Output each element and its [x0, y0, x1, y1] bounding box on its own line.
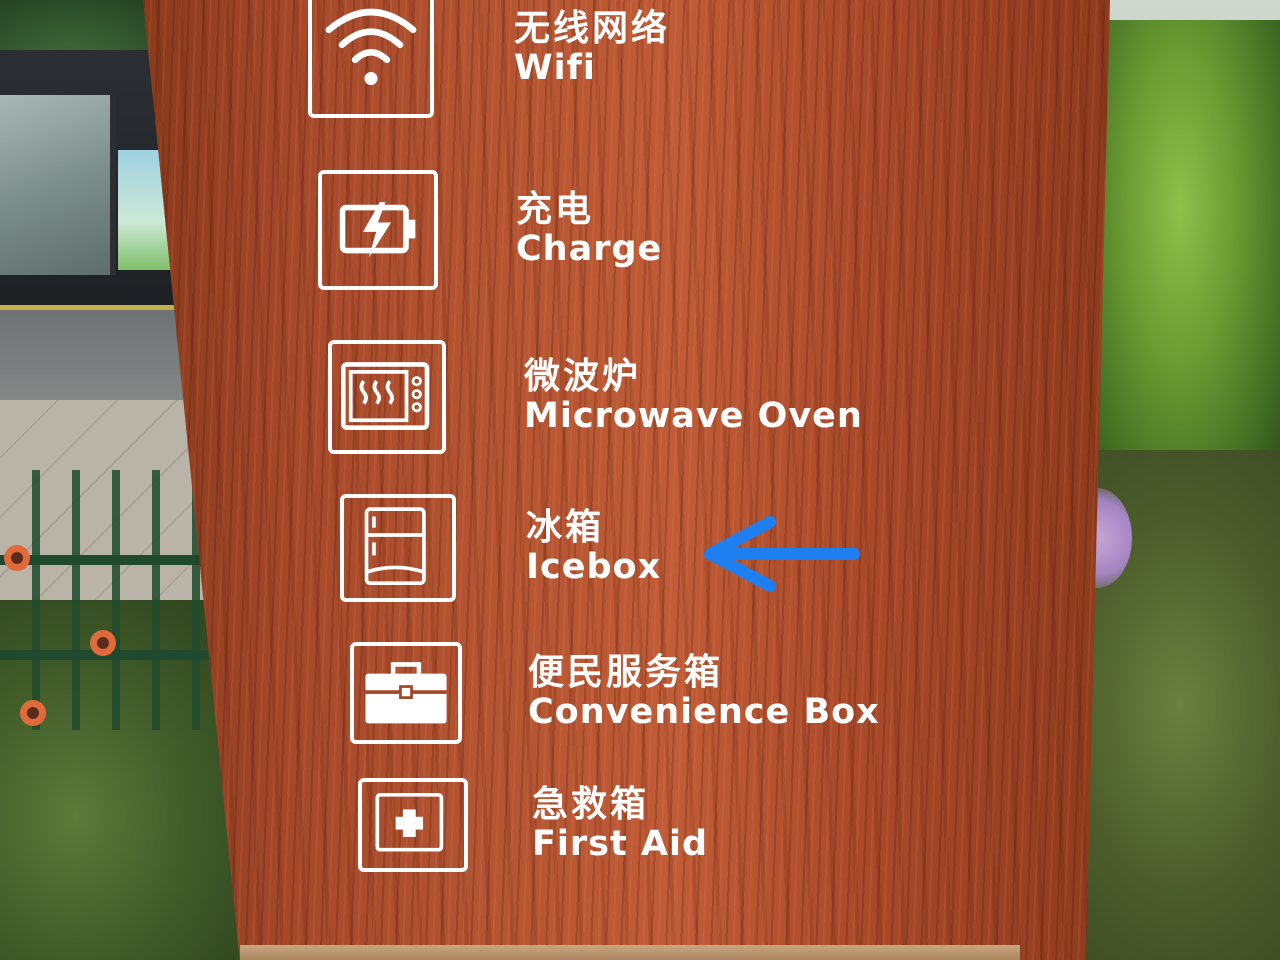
sign-item-convenience-box-label: 便民服务箱 Convenience Box: [528, 654, 880, 732]
left-arrow-icon: [704, 516, 860, 592]
sign-item-first-aid-label: 急救箱 First Aid: [532, 786, 708, 864]
sign-item-zh: 便民服务箱: [528, 651, 724, 693]
toolbox-icon: [350, 642, 462, 744]
sign-item-charge-label: 充电 Charge: [516, 191, 662, 269]
icebox-icon: [340, 494, 456, 602]
sign-item-zh: 无线网络: [514, 7, 671, 49]
microwave-icon: [328, 340, 446, 454]
sign-item-microwave: 微波炉 Microwave Oven: [328, 340, 863, 454]
sign-item-convenience-box: 便民服务箱 Convenience Box: [350, 642, 880, 744]
sign-item-zh: 充电: [516, 188, 595, 230]
garden-fence: [0, 470, 210, 730]
sign-item-zh: 微波炉: [524, 355, 642, 397]
charge-icon: [318, 170, 438, 290]
sign-item-wifi-label: 无线网络 Wifi: [514, 10, 670, 88]
flower: [4, 545, 30, 571]
wifi-icon: [308, 0, 434, 118]
sign-item-en: First Aid: [532, 823, 709, 864]
sign-item-zh: 急救箱: [532, 783, 650, 825]
sign-item-icebox: 冰箱 Icebox: [340, 494, 661, 602]
sign-item-wifi: 无线网络 Wifi: [308, 0, 670, 118]
bush-right: [1080, 20, 1280, 490]
sign-base: [240, 945, 1020, 960]
sign-item-first-aid: 急救箱 First Aid: [358, 778, 708, 872]
sign-item-en: Wifi: [514, 47, 596, 88]
sign-item-microwave-label: 微波炉 Microwave Oven: [524, 358, 863, 436]
photo-scene: 无线网络 Wifi 充电 Charge 微波炉 Microwave Oven 冰…: [0, 0, 1280, 960]
building-window: [0, 95, 116, 275]
sign-item-en: Microwave Oven: [524, 395, 863, 436]
fence-rail-top: [0, 555, 210, 565]
sign-item-en: Convenience Box: [528, 691, 880, 732]
sign-item-zh: 冰箱: [526, 506, 605, 548]
sign-item-icebox-label: 冰箱 Icebox: [526, 509, 661, 587]
flower: [20, 700, 46, 726]
sign-item-en: Charge: [516, 228, 663, 269]
flower: [90, 630, 116, 656]
first-aid-icon: [358, 778, 468, 872]
sign-item-en: Icebox: [526, 546, 662, 587]
sign-item-charge: 充电 Charge: [318, 170, 662, 290]
